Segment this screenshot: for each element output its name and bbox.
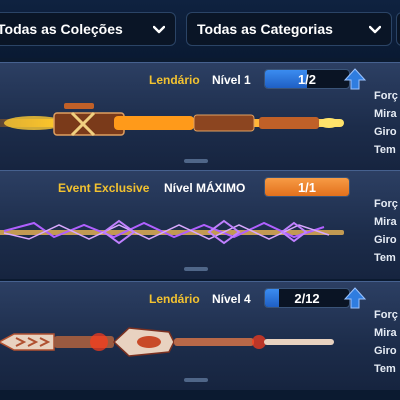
cue-rarity: Event Exclusive [58,181,150,195]
stat-aim-label: Mira [374,327,397,339]
filter-bar: Todas as Coleções Todas as Categorias [0,0,400,58]
cue-card[interactable]: Lendário Nível 1 1/2 Forç Mira Giro Tem [0,62,400,171]
cue-rarity: Lendário [149,73,200,87]
stat-time-label: Tem [374,252,396,264]
cue-card[interactable]: Lendário Nível 4 2/12 Forç Mira Giro Tem [0,281,400,390]
card-divider [184,159,208,163]
stat-time-label: Tem [374,363,396,375]
cue-stats: Forç Mira Giro Tem [374,195,398,267]
cue-rarity: Lendário [149,292,200,306]
card-divider [184,378,208,382]
card-divider [184,267,208,271]
stat-aim-label: Mira [374,108,397,120]
extra-filter-dropdown[interactable] [396,12,400,46]
cue-stats: Forç Mira Giro Tem [374,87,398,159]
cue-stick-image [0,103,344,137]
stat-spin-label: Giro [374,345,397,357]
chevron-down-icon [153,25,165,34]
categories-dropdown[interactable]: Todas as Categorias [186,12,392,46]
collections-dropdown-label: Todas as Coleções [0,21,123,37]
collections-dropdown[interactable]: Todas as Coleções [0,12,176,46]
stat-aim-label: Mira [374,216,397,228]
chevron-down-icon [369,25,381,34]
cue-stats: Forç Mira Giro Tem [374,306,398,378]
cue-card[interactable]: Event Exclusive Nível MÁXIMO 1/1 Forç Mi… [0,170,400,279]
cue-level: Nível MÁXIMO [164,181,246,195]
cue-progress-text: 1/1 [297,180,317,195]
up-arrow-icon[interactable] [343,286,367,310]
cue-progress-bar: 1/2 [264,69,350,89]
cue-progress-bar: 2/12 [264,288,350,308]
stat-spin-label: Giro [374,126,397,138]
stat-force-label: Forç [374,309,398,321]
categories-dropdown-label: Todas as Categorias [197,21,333,37]
cue-progress-text: 2/12 [294,291,320,306]
cue-stick-image [0,219,344,245]
stat-time-label: Tem [374,144,396,156]
cue-level: Nível 1 [212,73,251,87]
stat-force-label: Forç [374,90,398,102]
up-arrow-icon[interactable] [343,67,367,91]
cue-stick-image [0,327,334,357]
cue-progress-bar: 1/1 [264,177,350,197]
stat-spin-label: Giro [374,234,397,246]
cue-level: Nível 4 [212,292,251,306]
cue-progress-text: 1/2 [297,72,317,87]
stat-force-label: Forç [374,198,398,210]
